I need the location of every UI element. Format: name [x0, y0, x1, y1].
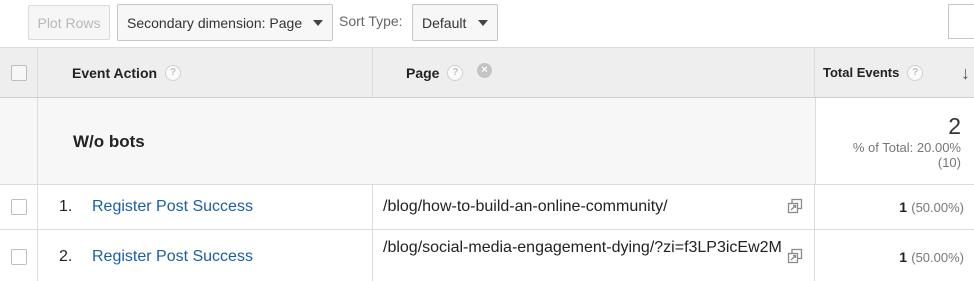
row-checkbox-cell — [0, 185, 38, 229]
help-icon[interactable]: ? — [165, 64, 182, 81]
page-path: /blog/how-to-build-an-online-community/ — [383, 198, 668, 215]
secondary-dimension-dropdown[interactable]: Secondary dimension: Page — [117, 4, 333, 41]
total-events-percent: (50.00%) — [911, 250, 964, 265]
open-external-icon[interactable] — [787, 198, 803, 214]
header-total-events[interactable]: Total Events ? ↓ — [815, 48, 974, 97]
header-total-events-label: Total Events — [823, 65, 900, 80]
help-icon[interactable]: ? — [907, 64, 924, 81]
sort-type-label: Sort Type: — [339, 13, 403, 29]
summary-total-percent: % of Total: 20.00% (10) — [853, 140, 961, 170]
dropdown-caret-icon — [478, 20, 488, 26]
sort-type-dropdown[interactable]: Default — [412, 4, 498, 41]
row-index: 1. — [59, 198, 73, 215]
summary-percent-total: (10) — [937, 155, 961, 170]
page-path: /blog/social-media-engagement-dying/?zi=… — [383, 239, 782, 256]
sort-type-value: Default — [422, 14, 467, 31]
segment-name: W/o bots — [73, 132, 145, 151]
event-action-cell: 2. Register Post Success — [38, 230, 373, 281]
event-action-link[interactable]: Register Post Success — [92, 198, 253, 216]
page-cell: /blog/how-to-build-an-online-community/ — [373, 185, 815, 229]
table-header-row: Event Action ? Page ? × Total Events ? ↓ — [0, 47, 974, 98]
page-cell: /blog/social-media-engagement-dying/?zi=… — [373, 230, 815, 281]
total-events-value: 1 — [899, 249, 907, 265]
total-events-value: 1 — [899, 199, 907, 215]
row-checkbox[interactable] — [11, 199, 27, 215]
select-all-checkbox[interactable] — [11, 65, 27, 81]
secondary-dimension-label: Secondary dimension: Page — [127, 14, 303, 31]
header-event-action[interactable]: Event Action ? — [38, 48, 373, 97]
remove-dimension-icon[interactable]: × — [477, 63, 492, 78]
table-row: 1. Register Post Success /blog/how-to-bu… — [0, 185, 974, 230]
total-events-percent: (50.00%) — [911, 200, 964, 215]
summary-total-cell: 2 % of Total: 20.00% (10) — [815, 98, 974, 184]
help-icon[interactable]: ? — [447, 64, 464, 81]
row-checkbox-cell — [0, 230, 38, 281]
event-action-link[interactable]: Register Post Success — [92, 248, 253, 266]
dropdown-caret-icon — [313, 20, 323, 26]
header-page[interactable]: Page ? × — [373, 48, 815, 97]
header-checkbox-cell — [0, 48, 38, 97]
report-toolbar: Plot Rows Secondary dimension: Page Sort… — [0, 0, 974, 47]
event-action-cell: 1. Register Post Success — [38, 185, 373, 229]
row-checkbox[interactable] — [11, 249, 27, 265]
table-search-input[interactable] — [948, 4, 974, 39]
sort-descending-icon[interactable]: ↓ — [961, 63, 970, 84]
header-page-label: Page — [406, 64, 440, 81]
row-index: 2. — [59, 248, 73, 265]
summary-percent-line: % of Total: 20.00% — [852, 140, 961, 155]
total-events-cell: 1 (50.00%) — [815, 230, 974, 281]
segment-summary-row: W/o bots 2 % of Total: 20.00% (10) — [0, 98, 974, 185]
table-row: 2. Register Post Success /blog/social-me… — [0, 230, 974, 281]
summary-total-value: 2 — [948, 113, 961, 139]
total-events-cell: 1 (50.00%) — [815, 185, 974, 229]
open-external-icon[interactable] — [787, 248, 803, 264]
summary-checkbox-cell — [0, 98, 38, 184]
header-event-action-label: Event Action — [72, 64, 158, 81]
plot-rows-button[interactable]: Plot Rows — [28, 5, 110, 40]
